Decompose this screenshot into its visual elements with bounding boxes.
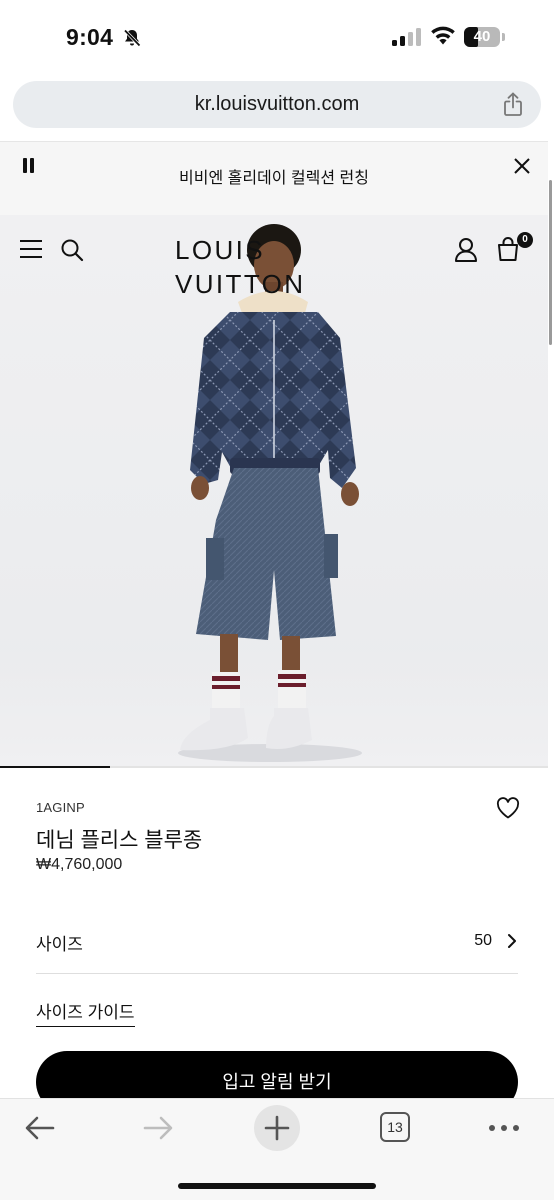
user-icon[interactable] [454, 237, 478, 263]
chevron-right-icon [508, 934, 516, 948]
announcement-banner: 비비엔 홀리데이 컬렉션 런칭 [0, 141, 548, 215]
search-icon[interactable] [60, 238, 84, 262]
back-arrow-icon[interactable] [24, 1114, 56, 1142]
product-sku: 1AGINP [36, 800, 85, 815]
share-icon[interactable] [503, 92, 523, 117]
gallery-progress-fill [0, 766, 110, 768]
bell-slash-icon [123, 29, 141, 47]
page-scrollbar[interactable] [549, 180, 552, 345]
announcement-text[interactable]: 비비엔 홀리데이 컬렉션 런칭 [0, 142, 548, 216]
home-indicator [178, 1183, 376, 1189]
brand-logo[interactable]: LOUIS VUITTON [175, 233, 379, 299]
battery-icon: 40 [464, 27, 500, 47]
menu-icon[interactable] [20, 239, 42, 259]
wifi-icon [431, 26, 455, 45]
size-guide-link[interactable]: 사이즈 가이드 [36, 998, 135, 1027]
url-text[interactable]: kr.louisvuitton.com [13, 81, 541, 128]
forward-arrow-icon[interactable] [142, 1114, 174, 1142]
battery-level: 40 [473, 28, 491, 45]
heart-icon[interactable] [496, 797, 520, 819]
plus-icon [264, 1115, 290, 1141]
product-price: ₩4,760,000 [36, 856, 123, 873]
size-selector[interactable]: 사이즈 50 [36, 918, 518, 974]
bag-count-badge: 0 [517, 232, 533, 248]
more-icon[interactable] [488, 1124, 520, 1132]
size-label: 사이즈 [36, 935, 83, 954]
close-icon[interactable] [512, 156, 532, 176]
product-name: 데님 플리스 블루종 [36, 829, 203, 852]
battery-tip [502, 33, 505, 41]
new-tab-button[interactable] [254, 1105, 300, 1151]
address-bar[interactable]: kr.louisvuitton.com [13, 81, 541, 128]
cellular-signal-icon [392, 28, 424, 46]
size-value: 50 [474, 932, 492, 949]
status-bar: 9:04 40 [0, 0, 554, 76]
tabs-icon[interactable]: 13 [380, 1112, 410, 1142]
status-time: 9:04 [66, 24, 114, 50]
model-illustration [178, 224, 362, 762]
